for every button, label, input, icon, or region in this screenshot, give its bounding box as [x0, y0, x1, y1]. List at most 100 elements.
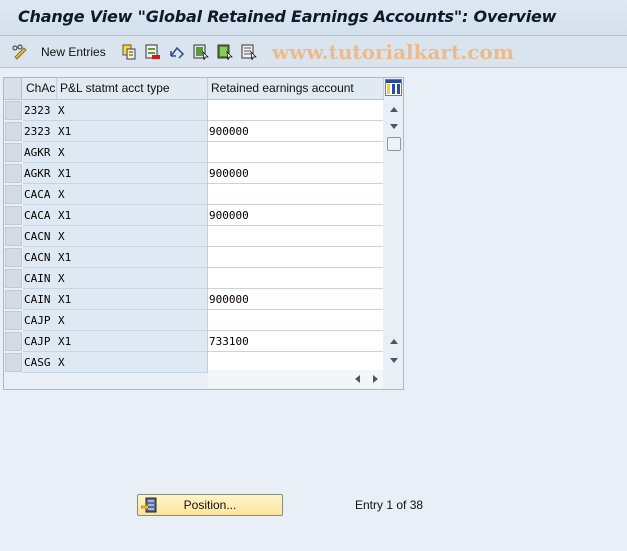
copy-as-button[interactable]: [121, 42, 137, 62]
cell-chac: CACN: [23, 247, 57, 268]
row-selector[interactable]: [5, 311, 22, 330]
page-title: Change View "Global Retained Earnings Ac…: [18, 7, 557, 26]
display-change-button[interactable]: [12, 42, 28, 62]
scroll-right-button[interactable]: [368, 371, 383, 386]
retained-account-input[interactable]: [208, 100, 383, 121]
table-row: CAJP X1 733100: [4, 331, 384, 352]
delete-button[interactable]: [145, 42, 161, 62]
row-selector[interactable]: [5, 101, 22, 120]
cell-pl-type: X1: [57, 247, 208, 268]
retained-account-input[interactable]: [208, 247, 383, 268]
column-layout-icon: [386, 80, 401, 95]
new-entries-label: New Entries: [41, 45, 106, 59]
retained-account-input[interactable]: 900000: [208, 121, 383, 142]
arrow-left-icon: [355, 374, 360, 383]
title-bar: Change View "Global Retained Earnings Ac…: [0, 0, 627, 36]
table-header: ChAc P&L statmt acct type Retained earni…: [4, 78, 384, 100]
horizontal-scrollbar[interactable]: [208, 370, 383, 388]
cell-pl-type: X: [57, 352, 208, 373]
entry-counter: Entry 1 of 38: [355, 498, 424, 512]
cell-chac: CAIN: [23, 268, 57, 289]
select-all-icon: [193, 44, 209, 61]
position-button[interactable]: Position...: [137, 494, 283, 516]
cell-pl-type: X: [57, 310, 208, 331]
cell-chac: AGKR: [23, 142, 57, 163]
row-selector[interactable]: [5, 290, 22, 309]
scroll-up-button[interactable]: [386, 102, 401, 117]
vertical-scrollbar[interactable]: [384, 100, 403, 370]
row-selector[interactable]: [5, 122, 22, 141]
row-selector[interactable]: [5, 353, 22, 372]
cell-chac: CASG: [23, 352, 57, 373]
retained-account-input[interactable]: 733100: [208, 331, 383, 352]
deselect-all-button[interactable]: [241, 42, 257, 62]
scroll-left-button[interactable]: [350, 371, 365, 386]
page-down-button[interactable]: [386, 353, 401, 368]
cell-pl-type: X1: [57, 163, 208, 184]
table-row: CAIN X: [4, 268, 384, 289]
table-row: AGKR X1 900000: [4, 163, 384, 184]
column-header-retained-account[interactable]: Retained earnings account: [208, 78, 384, 99]
table-row: 2323 X: [4, 100, 384, 121]
undo-change-button[interactable]: [169, 42, 185, 62]
cell-pl-type: X: [57, 268, 208, 289]
cell-chac: CAJP: [23, 310, 57, 331]
deselect-all-icon: [241, 44, 257, 61]
cell-chac: CACA: [23, 205, 57, 226]
pencil-glasses-icon: [12, 44, 28, 60]
arrow-down-icon: [389, 124, 398, 129]
table-row: AGKR X: [4, 142, 384, 163]
new-entries-button[interactable]: New Entries: [41, 42, 106, 62]
arrow-up-icon: [389, 339, 398, 344]
retained-account-input[interactable]: [208, 142, 383, 163]
row-selector[interactable]: [5, 248, 22, 267]
retained-account-input[interactable]: 900000: [208, 163, 383, 184]
cell-chac: 2323: [23, 121, 57, 142]
undo-change-icon: [169, 44, 185, 60]
scroll-down-button[interactable]: [386, 119, 401, 134]
table-settings-button[interactable]: [385, 79, 402, 96]
select-block-icon: [217, 44, 233, 61]
table-row: CAJP X: [4, 310, 384, 331]
select-block-button[interactable]: [217, 42, 233, 62]
cell-chac: CAJP: [23, 331, 57, 352]
cell-pl-type: X1: [57, 289, 208, 310]
page-up-button[interactable]: [386, 334, 401, 349]
table-row: CACN X1: [4, 247, 384, 268]
delete-icon: [145, 44, 161, 60]
cell-chac: AGKR: [23, 163, 57, 184]
table-row: CACA X1 900000: [4, 205, 384, 226]
row-selector[interactable]: [5, 185, 22, 204]
table-row: 2323 X1 900000: [4, 121, 384, 142]
watermark-text: www.tutorialkart.com: [272, 40, 514, 64]
retained-account-input[interactable]: 900000: [208, 205, 383, 226]
cell-chac: CACN: [23, 226, 57, 247]
cell-pl-type: X: [57, 142, 208, 163]
application-toolbar: New Entries www.tutorialkart.com: [0, 36, 627, 68]
table-control: ChAc P&L statmt acct type Retained earni…: [3, 77, 404, 390]
select-all-rows-button[interactable]: [4, 78, 22, 99]
retained-account-input[interactable]: 900000: [208, 289, 383, 310]
scroll-thumb[interactable]: [387, 137, 401, 151]
retained-account-input[interactable]: [208, 226, 383, 247]
cell-pl-type: X1: [57, 205, 208, 226]
retained-account-input[interactable]: [208, 184, 383, 205]
column-header-pl-type[interactable]: P&L statmt acct type: [57, 78, 208, 99]
row-selector[interactable]: [5, 164, 22, 183]
cell-pl-type: X: [57, 226, 208, 247]
select-all-button[interactable]: [193, 42, 209, 62]
cell-chac: CAIN: [23, 289, 57, 310]
row-selector[interactable]: [5, 206, 22, 225]
retained-account-input[interactable]: [208, 310, 383, 331]
position-button-label: Position...: [183, 498, 237, 512]
cell-pl-type: X: [57, 184, 208, 205]
row-selector[interactable]: [5, 143, 22, 162]
retained-account-input[interactable]: [208, 268, 383, 289]
row-selector[interactable]: [5, 269, 22, 288]
row-selector[interactable]: [5, 227, 22, 246]
arrow-right-icon: [373, 374, 378, 383]
column-header-chac[interactable]: ChAc: [23, 78, 57, 99]
table-row: CACN X: [4, 226, 384, 247]
row-selector[interactable]: [5, 332, 22, 351]
table-row: CACA X: [4, 184, 384, 205]
